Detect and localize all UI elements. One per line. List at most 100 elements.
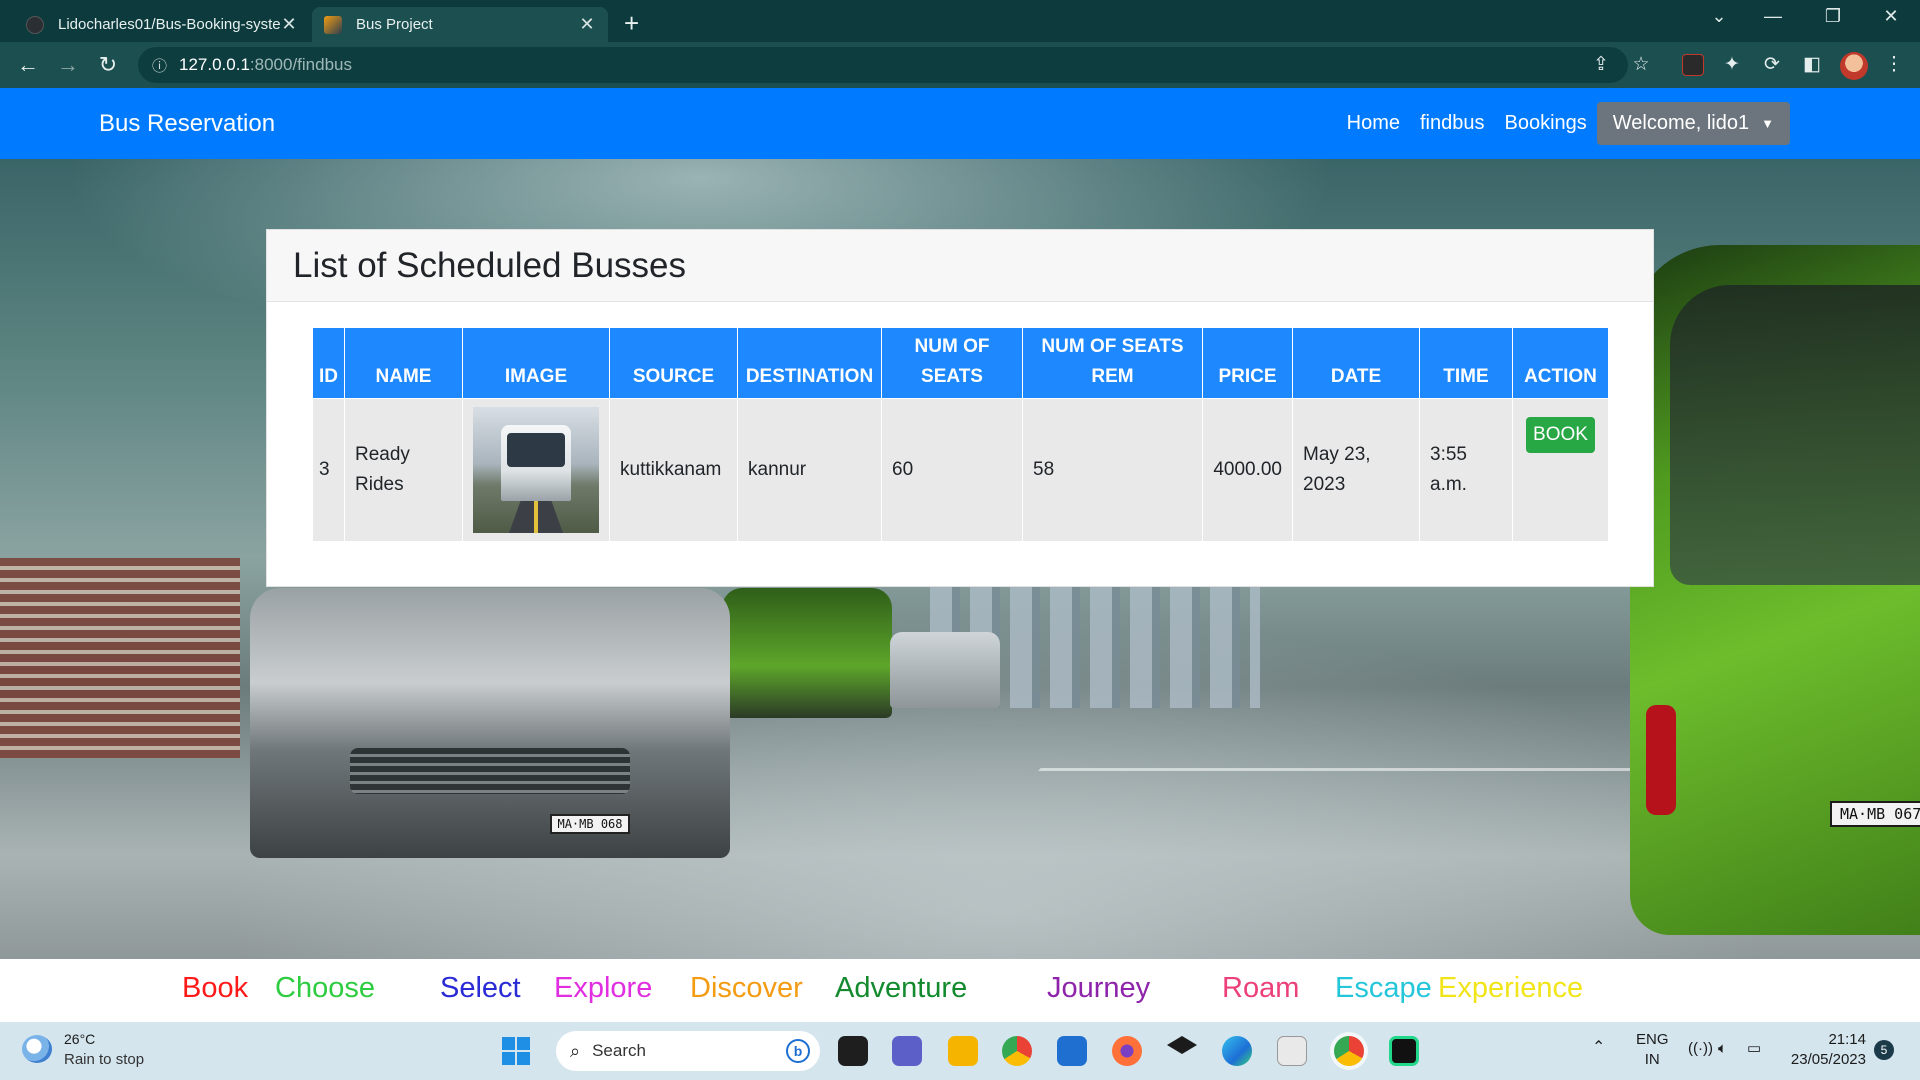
clock[interactable]: 21:14 23/05/2023	[1786, 1030, 1866, 1070]
reload-icon[interactable]: ↻	[94, 52, 122, 78]
footer-word: Book	[182, 972, 249, 1004]
minimize-icon[interactable]: —	[1748, 6, 1798, 27]
bus-windshield	[1670, 285, 1920, 585]
amazon-icon[interactable]	[1277, 1036, 1307, 1066]
nav-link-findbus[interactable]: findbus	[1420, 112, 1485, 135]
microsoft-store-icon[interactable]	[1057, 1036, 1087, 1066]
bing-icon[interactable]: b	[786, 1039, 810, 1063]
nav-link-home[interactable]: Home	[1347, 112, 1400, 135]
windows-start-icon[interactable]	[502, 1037, 530, 1065]
pycharm-icon[interactable]	[1389, 1036, 1419, 1066]
weather-temperature[interactable]: 26°C	[64, 1031, 95, 1047]
chrome-icon[interactable]	[1002, 1036, 1032, 1066]
table-header-row: ID NAME IMAGE SOURCE DESTINATION NUM OF …	[312, 327, 1609, 399]
bus-plate-right: MA·MB 067	[1830, 801, 1920, 827]
tab-search-chevron-icon[interactable]: ⌄	[1694, 6, 1744, 27]
teams-chat-icon[interactable]	[892, 1036, 922, 1066]
forward-arrow-icon[interactable]: →	[54, 52, 82, 78]
col-header: NUM OF SEATS	[881, 327, 1023, 399]
user-menu-label: Welcome, lido1	[1612, 112, 1750, 134]
background-bus-silver: MA·MB 068	[250, 588, 730, 858]
cell-num-seats-rem: 58	[1022, 398, 1203, 542]
site-navbar: Bus Reservation Home findbus Bookings We…	[0, 88, 1920, 159]
tab-title: Lidocharles01/Bus-Booking-syste	[58, 16, 280, 33]
bus-taillight	[1646, 705, 1676, 815]
cell-date: May 23, 2023	[1292, 398, 1420, 542]
extensions-puzzle-icon[interactable]: ✦	[1718, 53, 1746, 76]
language-indicator[interactable]: ENG IN	[1636, 1030, 1669, 1070]
col-header: ID	[312, 327, 345, 399]
col-header: SOURCE	[609, 327, 738, 399]
page-viewport: MA·MB 068 MA·MB 067 Bus Reservation Home…	[0, 88, 1920, 1024]
site-info-icon[interactable]: ⓘ	[152, 55, 167, 76]
new-tab-button[interactable]: +	[624, 8, 639, 39]
background-building	[0, 558, 240, 758]
col-header: ACTION	[1512, 327, 1609, 399]
edge-icon[interactable]	[1222, 1036, 1252, 1066]
cell-time: 3:55 a.m.	[1419, 398, 1513, 542]
tab-github[interactable]: Lidocharles01/Bus-Booking-syste ✕	[14, 7, 310, 42]
url-bar[interactable]: ⓘ 127.0.0.1 :8000/findbus	[138, 47, 1628, 83]
sync-icon[interactable]: ⟳	[1758, 53, 1786, 76]
notification-badge[interactable]: 5	[1874, 1040, 1894, 1060]
footer-word: Select	[440, 972, 521, 1004]
restore-icon[interactable]: ❐	[1808, 6, 1858, 27]
taskbar-search[interactable]: ⌕ Search b	[556, 1031, 820, 1071]
col-header: TIME	[1419, 327, 1513, 399]
navbar-brand[interactable]: Bus Reservation	[99, 110, 275, 138]
cell-id: 3	[312, 398, 345, 542]
footer-word: Choose	[275, 972, 375, 1004]
footer-word: Experience	[1438, 972, 1584, 1004]
page-title: List of Scheduled Busses	[293, 245, 687, 285]
background-bus-white	[890, 632, 1000, 708]
bus-thumbnail-image	[473, 407, 599, 533]
bus-plate-left: MA·MB 068	[550, 814, 630, 834]
thumbnail-bus-window	[507, 433, 565, 467]
taskbar-search-placeholder: Search	[592, 1041, 646, 1060]
user-menu-dropdown[interactable]: Welcome, lido1 ▼	[1596, 102, 1790, 145]
file-explorer-icon[interactable]	[948, 1036, 978, 1066]
profile-avatar[interactable]	[1840, 52, 1868, 80]
footer-word: Discover	[690, 972, 803, 1004]
tab-close-icon[interactable]: ✕	[578, 14, 596, 35]
firefox-icon[interactable]	[1112, 1036, 1142, 1066]
table-row: 3 Ready Rides kuttikkanam kannur 60 58 4…	[312, 398, 1609, 542]
close-window-icon[interactable]: ✕	[1866, 6, 1916, 27]
col-header: DATE	[1292, 327, 1420, 399]
weather-rain-icon[interactable]	[22, 1035, 52, 1063]
bookmark-star-icon[interactable]: ☆	[1627, 53, 1655, 76]
col-header: NAME	[344, 327, 463, 399]
cell-image	[462, 398, 610, 542]
battery-icon[interactable]: ▭	[1747, 1039, 1761, 1059]
clock-time: 21:14	[1828, 1031, 1866, 1048]
bus-grill	[350, 748, 630, 794]
dropbox-icon[interactable]	[1167, 1036, 1197, 1054]
clock-date: 23/05/2023	[1790, 1051, 1866, 1068]
bus-favicon-icon	[324, 15, 342, 34]
book-button[interactable]: BOOK	[1526, 417, 1595, 453]
wifi-icon[interactable]: ((·))	[1688, 1039, 1713, 1059]
chrome-menu-icon[interactable]: ⋮	[1880, 53, 1908, 76]
footer-word: Explore	[554, 972, 653, 1004]
nav-link-bookings[interactable]: Bookings	[1504, 112, 1586, 135]
windows-taskbar: 26°C Rain to stop ⌕ Search b ⌃ ENG IN ((…	[0, 1022, 1920, 1080]
extension-terminal-icon[interactable]	[1682, 54, 1704, 76]
back-arrow-icon[interactable]: ←	[14, 52, 42, 78]
cell-num-seats: 60	[881, 398, 1023, 542]
cell-action: BOOK	[1512, 398, 1609, 542]
tab-close-icon[interactable]: ✕	[280, 14, 298, 35]
volume-icon[interactable]: 🔈︎	[1718, 1039, 1727, 1059]
share-icon[interactable]: ⇪	[1587, 53, 1615, 76]
col-header: NUM OF SEATS REM	[1022, 327, 1203, 399]
cell-source: kuttikkanam	[609, 398, 738, 542]
col-header: IMAGE	[462, 327, 610, 399]
search-icon: ⌕	[570, 1040, 581, 1061]
url-path: :8000/findbus	[249, 55, 353, 74]
weather-description[interactable]: Rain to stop	[64, 1051, 144, 1068]
tab-bus-project[interactable]: Bus Project ✕	[312, 7, 608, 42]
side-panel-icon[interactable]: ◧	[1798, 53, 1826, 76]
task-view-icon[interactable]	[838, 1036, 868, 1066]
chrome-profile-icon[interactable]	[1334, 1036, 1364, 1066]
tray-overflow-chevron-icon[interactable]: ⌃	[1592, 1038, 1605, 1058]
cell-price: 4000.00	[1202, 398, 1293, 542]
